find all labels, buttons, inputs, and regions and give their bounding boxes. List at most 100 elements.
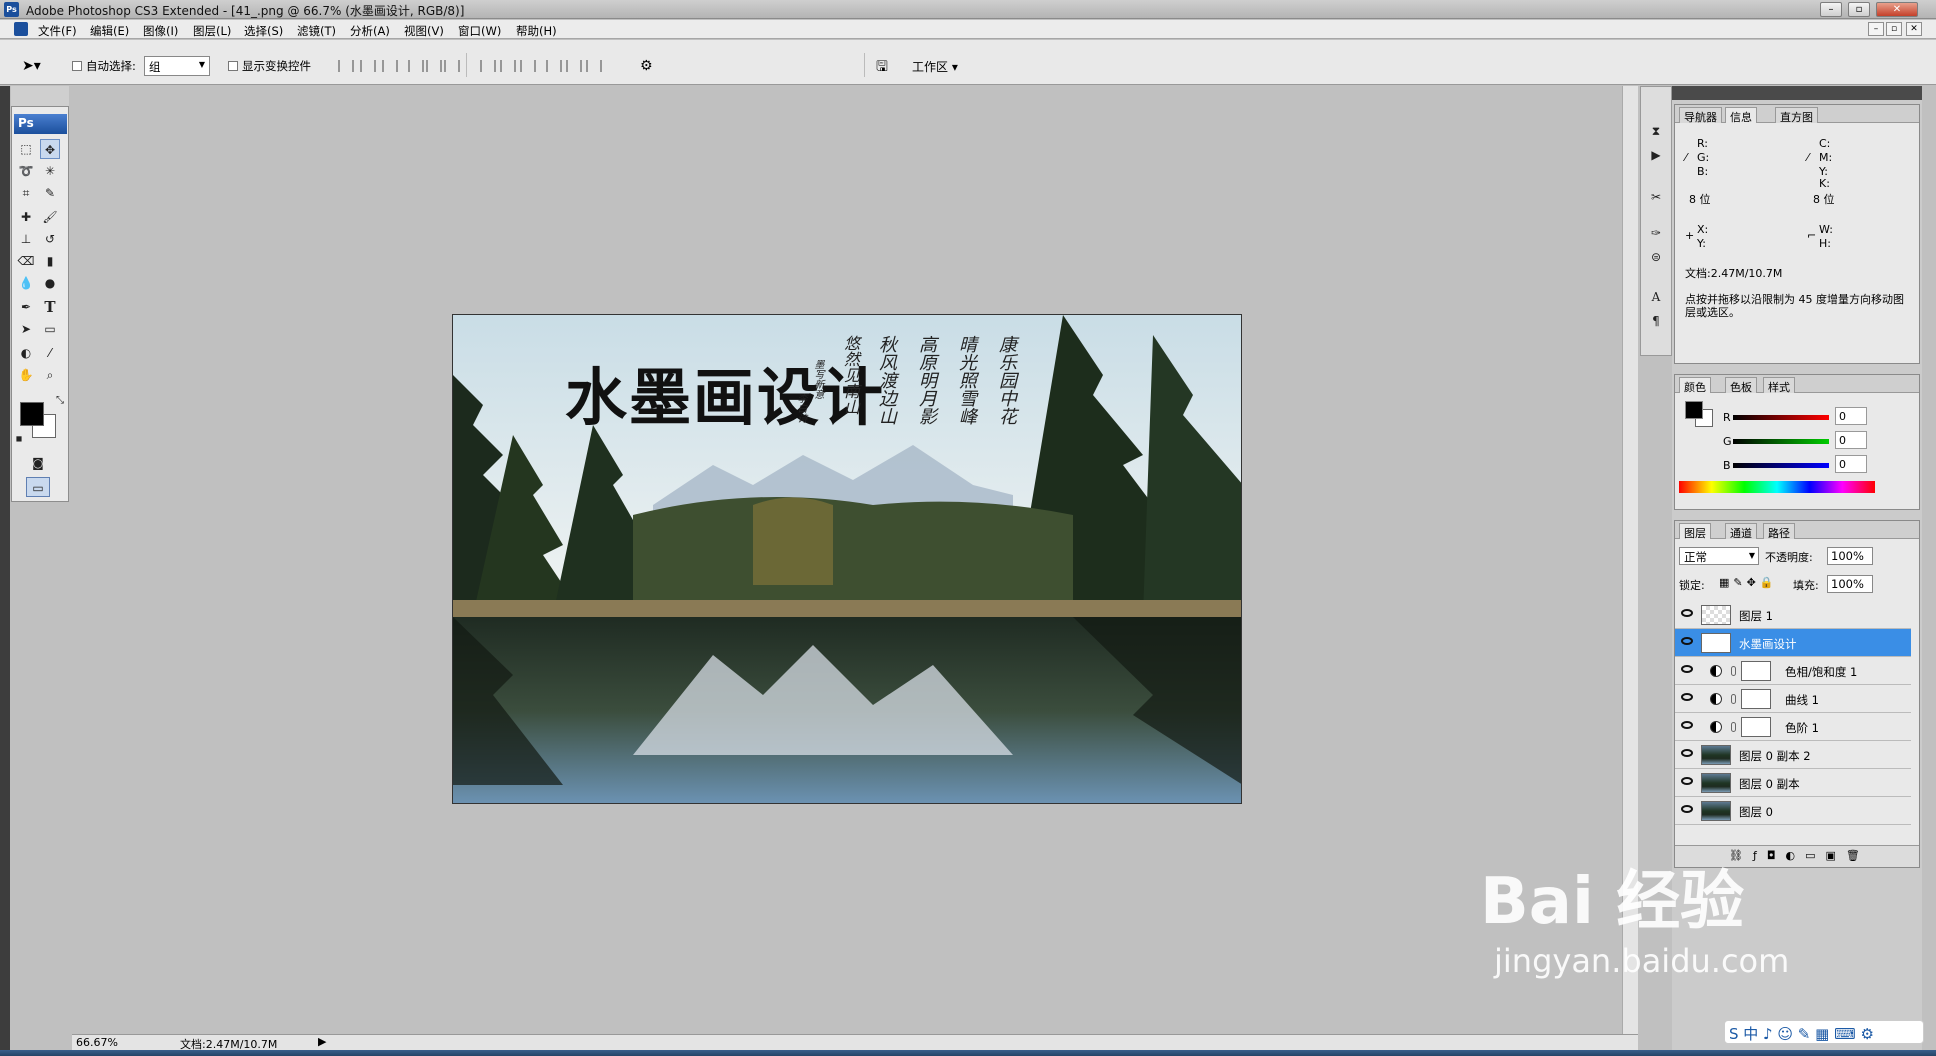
layer-row[interactable]: 色相/饱和度 1 bbox=[1675, 657, 1911, 685]
history-panel-icon[interactable]: ⧗ bbox=[1646, 121, 1666, 141]
maximize-button[interactable]: ▫ bbox=[1848, 2, 1870, 17]
paragraph-panel-icon[interactable]: ¶ bbox=[1646, 311, 1666, 331]
align-hcenter-icon[interactable] bbox=[426, 60, 442, 72]
actions-panel-icon[interactable]: ▶ bbox=[1646, 145, 1666, 165]
panel-column-handle[interactable] bbox=[1672, 86, 1922, 100]
blue-slider[interactable] bbox=[1733, 463, 1829, 468]
link-icon[interactable] bbox=[1731, 666, 1736, 676]
link-icon[interactable] bbox=[1731, 722, 1736, 732]
eye-icon[interactable] bbox=[1681, 749, 1693, 757]
tab-histogram[interactable]: 直方图 bbox=[1775, 107, 1818, 124]
menu-help[interactable]: 帮助(H) bbox=[516, 23, 557, 39]
marquee-tool-icon[interactable]: ⬚ bbox=[16, 139, 36, 159]
foreground-color-swatch[interactable] bbox=[20, 402, 44, 426]
align-left-icon[interactable] bbox=[408, 60, 424, 72]
layer-row[interactable]: 图层 0 bbox=[1675, 797, 1911, 825]
red-slider[interactable] bbox=[1733, 415, 1829, 420]
align-right-icon[interactable] bbox=[444, 60, 460, 72]
layer-row[interactable]: T 水墨画设计 bbox=[1675, 629, 1911, 657]
lasso-tool-icon[interactable]: ➰ bbox=[16, 161, 36, 181]
lock-options-icons[interactable]: ▦✎✥🔒 bbox=[1719, 576, 1778, 589]
path-selection-icon[interactable]: ➤ bbox=[16, 319, 36, 339]
link-icon[interactable] bbox=[1731, 694, 1736, 704]
layer-mask-thumbnail[interactable] bbox=[1741, 717, 1771, 737]
layer-row[interactable]: 曲线 1 bbox=[1675, 685, 1911, 713]
close-button[interactable]: ✕ bbox=[1876, 2, 1918, 17]
swap-colors-icon[interactable]: ⤡ bbox=[50, 391, 70, 411]
layer-mask-thumbnail[interactable] bbox=[1741, 689, 1771, 709]
green-slider[interactable] bbox=[1733, 439, 1829, 444]
menu-analysis[interactable]: 分析(A) bbox=[350, 23, 390, 39]
menu-file[interactable]: 文件(F) bbox=[38, 23, 77, 39]
doc-restore-button[interactable]: ▫ bbox=[1886, 22, 1902, 36]
tab-swatches[interactable]: 色板 bbox=[1725, 377, 1757, 394]
zoom-level[interactable]: 66.67% bbox=[76, 1036, 118, 1049]
eye-icon[interactable] bbox=[1681, 693, 1693, 701]
eye-icon[interactable] bbox=[1681, 609, 1693, 617]
color-spectrum-bar[interactable] bbox=[1679, 481, 1875, 493]
move-tool-icon[interactable]: ✥ bbox=[40, 139, 60, 159]
move-tool-preset-icon[interactable]: ➤▾ bbox=[22, 58, 41, 74]
eyedropper-icon[interactable]: ⁄ bbox=[40, 343, 60, 363]
status-menu-arrow-icon[interactable]: ▶ bbox=[318, 1035, 326, 1048]
menu-edit[interactable]: 编辑(E) bbox=[90, 23, 129, 39]
doc-minimize-button[interactable]: – bbox=[1868, 22, 1884, 36]
distribute-left-icon[interactable] bbox=[546, 60, 562, 72]
hand-tool-icon[interactable]: ✋ bbox=[16, 365, 36, 385]
eye-icon[interactable] bbox=[1681, 777, 1693, 785]
eye-icon[interactable] bbox=[1681, 721, 1693, 729]
blue-value[interactable]: 0 bbox=[1835, 455, 1867, 473]
align-bottom-icon[interactable] bbox=[382, 60, 398, 72]
menu-layer[interactable]: 图层(L) bbox=[193, 23, 231, 39]
tab-info[interactable]: 信息 bbox=[1725, 107, 1757, 124]
menu-view[interactable]: 视图(V) bbox=[404, 23, 444, 39]
distribute-bottom-icon[interactable] bbox=[520, 60, 536, 72]
distribute-top-icon[interactable] bbox=[480, 60, 496, 72]
layer-row[interactable]: 图层 1 bbox=[1675, 601, 1911, 629]
menu-select[interactable]: 选择(S) bbox=[244, 23, 283, 39]
tab-styles[interactable]: 样式 bbox=[1763, 377, 1795, 394]
show-transform-checkbox[interactable] bbox=[228, 61, 238, 71]
eye-icon[interactable] bbox=[1681, 637, 1693, 645]
tab-color[interactable]: 颜色 bbox=[1679, 377, 1711, 394]
tool-presets-icon[interactable]: ✂ bbox=[1646, 187, 1666, 207]
clone-stamp-icon[interactable]: ⊥ bbox=[16, 229, 36, 249]
ime-toolbar[interactable]: S 中 ♪ ☺ ✎ ▦ ⌨ ⚙ bbox=[1724, 1020, 1924, 1044]
blend-mode-dropdown[interactable]: 正常 ▼ bbox=[1679, 547, 1759, 565]
layer-row[interactable]: 图层 0 副本 2 bbox=[1675, 741, 1911, 769]
tab-layers[interactable]: 图层 bbox=[1679, 523, 1711, 540]
toolbox-handle[interactable] bbox=[11, 86, 69, 106]
layer-mask-thumbnail[interactable] bbox=[1741, 661, 1771, 681]
green-value[interactable]: 0 bbox=[1835, 431, 1867, 449]
default-colors-icon[interactable]: ◼ bbox=[14, 429, 24, 449]
document-canvas[interactable]: 水墨画设计 康乐园中花 晴光照雪峰 高原明月影 秋风渡边山 悠然见南山 墨写新意… bbox=[452, 314, 1242, 804]
brush-tool-icon[interactable]: 🖌 bbox=[40, 207, 60, 227]
zoom-tool-icon[interactable]: ⌕ bbox=[40, 365, 60, 385]
layer-row[interactable]: 色阶 1 bbox=[1675, 713, 1911, 741]
workspace-icon[interactable]: 🖫 bbox=[876, 56, 888, 80]
tab-paths[interactable]: 路径 bbox=[1763, 523, 1795, 540]
crop-tool-icon[interactable]: ⌗ bbox=[16, 183, 36, 203]
distribute-right-icon[interactable] bbox=[586, 60, 602, 72]
blur-tool-icon[interactable]: 💧 bbox=[16, 273, 36, 293]
eraser-tool-icon[interactable]: ⌫ bbox=[16, 251, 36, 271]
slice-tool-icon[interactable]: ✎ bbox=[40, 183, 60, 203]
history-brush-icon[interactable]: ↺ bbox=[40, 229, 60, 249]
shape-tool-icon[interactable]: ▭ bbox=[40, 319, 60, 339]
type-tool-icon[interactable]: T bbox=[40, 297, 60, 317]
auto-select-dropdown[interactable]: 组 ▼ bbox=[144, 56, 210, 76]
workspace-button[interactable]: 工作区 ▾ bbox=[912, 58, 958, 75]
menu-filter[interactable]: 滤镜(T) bbox=[297, 23, 336, 39]
healing-brush-icon[interactable]: ✚ bbox=[16, 207, 36, 227]
screen-mode-icon[interactable]: ▭ bbox=[26, 477, 50, 497]
clone-source-icon[interactable]: ⊜ bbox=[1646, 247, 1666, 267]
doc-close-button[interactable]: ✕ bbox=[1906, 22, 1922, 36]
tab-channels[interactable]: 通道 bbox=[1725, 523, 1757, 540]
opacity-input[interactable]: 100% bbox=[1827, 547, 1873, 565]
tab-navigator[interactable]: 导航器 bbox=[1679, 107, 1722, 124]
align-vcenter-icon[interactable] bbox=[360, 60, 376, 72]
eye-icon[interactable] bbox=[1681, 805, 1693, 813]
dodge-tool-icon[interactable]: ● bbox=[40, 273, 60, 293]
document-icon[interactable] bbox=[14, 22, 28, 36]
quick-mask-icon[interactable]: ◙ bbox=[28, 453, 48, 473]
